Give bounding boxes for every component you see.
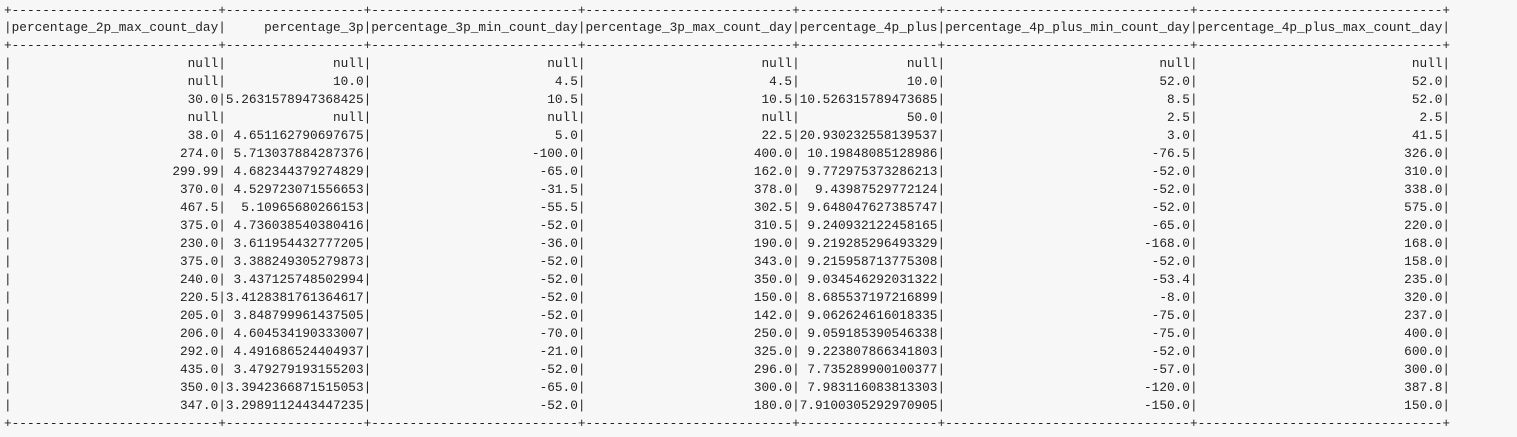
table-row: | 205.0| 3.848799961437505| -52.0| 142.0… (4, 308, 1451, 323)
table-row: | 375.0| 4.736038540380416| -52.0| 310.5… (4, 218, 1451, 233)
table-row: | 292.0| 4.491686524404937| -21.0| 325.0… (4, 344, 1451, 359)
table-row: | 38.0| 4.651162790697675| 5.0| 22.5|20.… (4, 128, 1451, 143)
table-row: | 347.0|3.2989112443447235| -52.0| 180.0… (4, 398, 1451, 413)
table-row: | 220.5|3.4128381761364617| -52.0| 150.0… (4, 290, 1451, 305)
table-row: | 299.99| 4.682344379274829| -65.0| 162.… (4, 164, 1451, 179)
table-bottom-border: +---------------------------+-----------… (4, 416, 1451, 431)
table-row: | 350.0|3.3942366871515053| -65.0| 300.0… (4, 380, 1451, 395)
table-header-separator: +---------------------------+-----------… (4, 38, 1451, 53)
table-row: | 435.0| 3.479279193155203| -52.0| 296.0… (4, 362, 1451, 377)
table-row: | 370.0| 4.529723071556653| -31.5| 378.0… (4, 182, 1451, 197)
table-row: | 30.0|5.2631578947368425| 10.5| 10.5|10… (4, 92, 1451, 107)
table-row: | null| null| null| null| 50.0| 2.5| 2.5… (4, 110, 1451, 125)
table-row: | null| 10.0| 4.5| 4.5| 10.0| 52.0| 52.0… (4, 74, 1451, 89)
table-row: | null| null| null| null| null| null| nu… (4, 56, 1451, 71)
table-row: | 375.0| 3.388249305279873| -52.0| 343.0… (4, 254, 1451, 269)
table-header-row: |percentage_2p_max_count_day| percentage… (4, 20, 1451, 35)
table-row: | 240.0| 3.437125748502994| -52.0| 350.0… (4, 272, 1451, 287)
table-row: | 274.0| 5.713037884287376| -100.0| 400.… (4, 146, 1451, 161)
table-row: | 230.0| 3.611954432777205| -36.0| 190.0… (4, 236, 1451, 251)
table-top-border: +---------------------------+-----------… (4, 3, 1451, 18)
table-output: +---------------------------+-----------… (0, 0, 1517, 437)
table-row: | 206.0| 4.604534190333007| -70.0| 250.0… (4, 326, 1451, 341)
table-row: | 467.5| 5.10965680266153| -55.5| 302.5|… (4, 200, 1451, 215)
